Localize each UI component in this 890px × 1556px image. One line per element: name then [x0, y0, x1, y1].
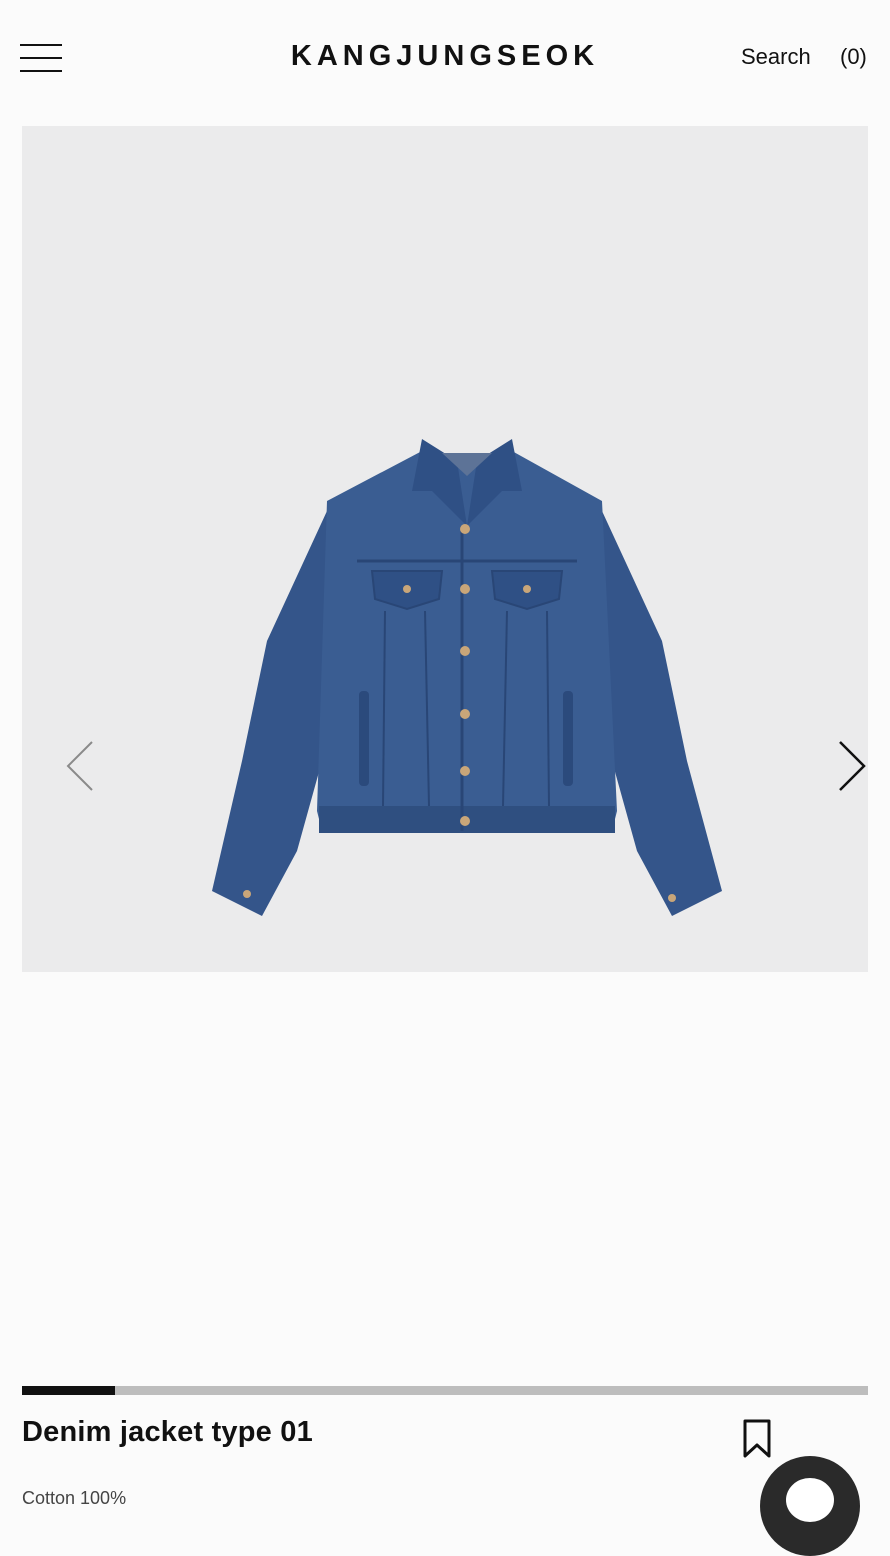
cart-link[interactable]: (0): [840, 44, 867, 70]
gallery-progress-bar: [22, 1386, 868, 1395]
product-material: Cotton 100%: [22, 1488, 127, 1508]
product-title: Denim jacket type 01: [22, 1416, 313, 1448]
gallery-progress-fill: [22, 1386, 116, 1395]
product-image: [212, 439, 722, 916]
site-header: KANGJUNGSEOK Search (0): [0, 0, 890, 120]
search-link[interactable]: Search: [741, 44, 811, 70]
chat-icon[interactable]: [760, 1456, 860, 1556]
product-image-gallery[interactable]: [22, 126, 868, 972]
chevron-left-icon[interactable]: [60, 736, 100, 796]
bookmark-icon[interactable]: [741, 1418, 773, 1460]
chevron-right-icon[interactable]: [832, 736, 872, 796]
